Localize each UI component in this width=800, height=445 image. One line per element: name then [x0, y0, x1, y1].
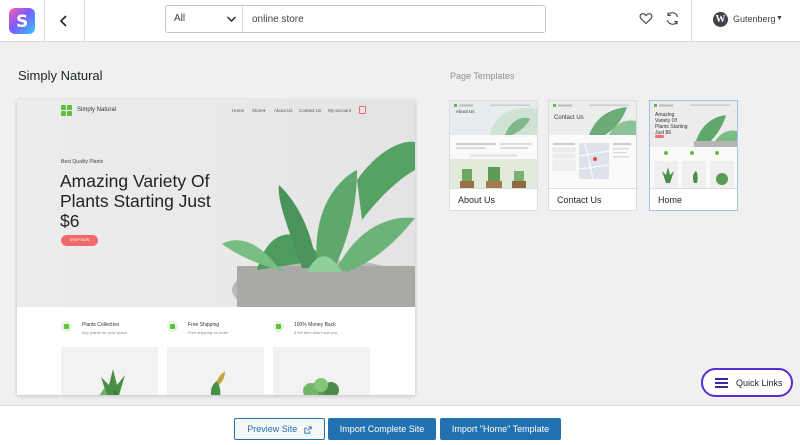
template-card-home[interactable]: Amazing Variety Of Plants Starting Just … — [649, 100, 738, 211]
preview-site-label: Preview Site — [247, 424, 298, 434]
refresh-icon[interactable] — [665, 11, 680, 26]
template-thumbnail: Contact Us — [549, 101, 636, 189]
preview-product-card — [61, 347, 158, 395]
search-input[interactable] — [252, 10, 532, 28]
succulent-plant-image — [222, 141, 415, 308]
preview-menu-item: Contact Us — [299, 108, 322, 113]
preview-hero-eyebrow: Best Quality Plants — [61, 159, 104, 165]
template-label: Home — [658, 195, 683, 205]
heart-icon[interactable] — [639, 12, 653, 25]
truck-icon — [167, 321, 178, 332]
chevron-down-icon — [227, 16, 236, 22]
preview-brand: Simply Natural — [77, 107, 117, 113]
plant-image — [303, 378, 339, 395]
site-preview[interactable]: Best Quality Plants Amazing Variety Of P… — [17, 100, 415, 395]
template-card-contact-us[interactable]: Contact Us Contact Us — [548, 100, 637, 211]
preview-menu-item: My account — [328, 108, 352, 113]
import-home-template-button[interactable]: Import "Home" Template — [440, 418, 561, 440]
preview-product-card — [273, 347, 370, 395]
external-link-icon — [304, 425, 312, 434]
preview-feature-title: Plants Collection — [82, 322, 120, 328]
plant-image — [99, 369, 125, 395]
quick-links-label: Quick Links — [736, 378, 783, 388]
app-logo[interactable]: S — [9, 8, 35, 34]
app-logo-letter: S — [16, 12, 29, 32]
divider — [691, 0, 692, 42]
preview-feature-subtitle: Free shipping on order — [188, 330, 229, 335]
bottom-action-bar: Preview Site Import Complete Site Import… — [0, 405, 800, 445]
search-bar: All — [165, 5, 546, 33]
preview-navbar: Simply Natural Home Store ▾ About Us Con… — [17, 100, 415, 122]
money-back-icon — [273, 321, 284, 332]
wordpress-icon: W — [713, 12, 728, 27]
template-card-about-us[interactable]: About Us About Us — [449, 100, 538, 211]
preview-hero-headline: Amazing Variety Of Plants Starting Just … — [60, 171, 211, 231]
preview-feature-title: 100% Money Back — [294, 322, 336, 328]
plant-image — [210, 371, 225, 395]
menu-icon — [715, 378, 728, 388]
quick-links-button[interactable]: Quick Links — [701, 368, 793, 397]
divider — [44, 0, 45, 42]
caret-down-icon: ▼ — [776, 15, 783, 22]
page-builder-label: Gutenberg — [733, 14, 776, 24]
preview-feature-subtitle: Any plants for your space — [82, 330, 128, 335]
category-select[interactable]: All — [166, 6, 243, 32]
divider — [84, 0, 85, 42]
template-label: About Us — [458, 195, 496, 205]
preview-features: Plants Collection Any plants for your sp… — [17, 307, 415, 395]
template-thumbnail-title: Amazing Variety Of Plants Starting Just … — [655, 112, 688, 136]
preview-menu-item: Home — [232, 108, 245, 113]
back-button[interactable] — [52, 9, 76, 33]
preview-feature-subtitle: If the item didn't suit you — [294, 330, 338, 335]
preview-hero: Best Quality Plants Amazing Variety Of P… — [17, 100, 415, 308]
site-title: Simply Natural — [18, 68, 103, 83]
preview-menu-caret: ▾ — [263, 108, 266, 113]
preview-menu-item: About Us — [274, 108, 293, 113]
top-bar: S All W Gutenberg ▼ — [0, 0, 800, 42]
preview-product-card — [167, 347, 264, 395]
template-thumbnail: About Us — [450, 101, 537, 189]
chevron-left-icon — [59, 15, 67, 27]
preview-menu-item: Store — [252, 108, 263, 113]
category-select-value: All — [174, 13, 186, 24]
preview-shop-button: SHOP NOW — [61, 235, 98, 246]
preview-cart-icon — [359, 106, 366, 114]
page-templates-heading: Page Templates — [450, 71, 515, 81]
leaf-icon — [61, 321, 72, 332]
preview-feature-title: Free Shipping — [188, 322, 220, 328]
preview-logo-icon — [61, 105, 72, 116]
template-thumbnail-title: About Us — [456, 109, 475, 114]
template-thumbnail: Amazing Variety Of Plants Starting Just … — [650, 101, 737, 189]
import-complete-site-button[interactable]: Import Complete Site — [328, 418, 436, 440]
template-label: Contact Us — [557, 195, 602, 205]
preview-site-button[interactable]: Preview Site — [234, 418, 325, 440]
template-thumbnail-title: Contact Us — [554, 115, 584, 121]
